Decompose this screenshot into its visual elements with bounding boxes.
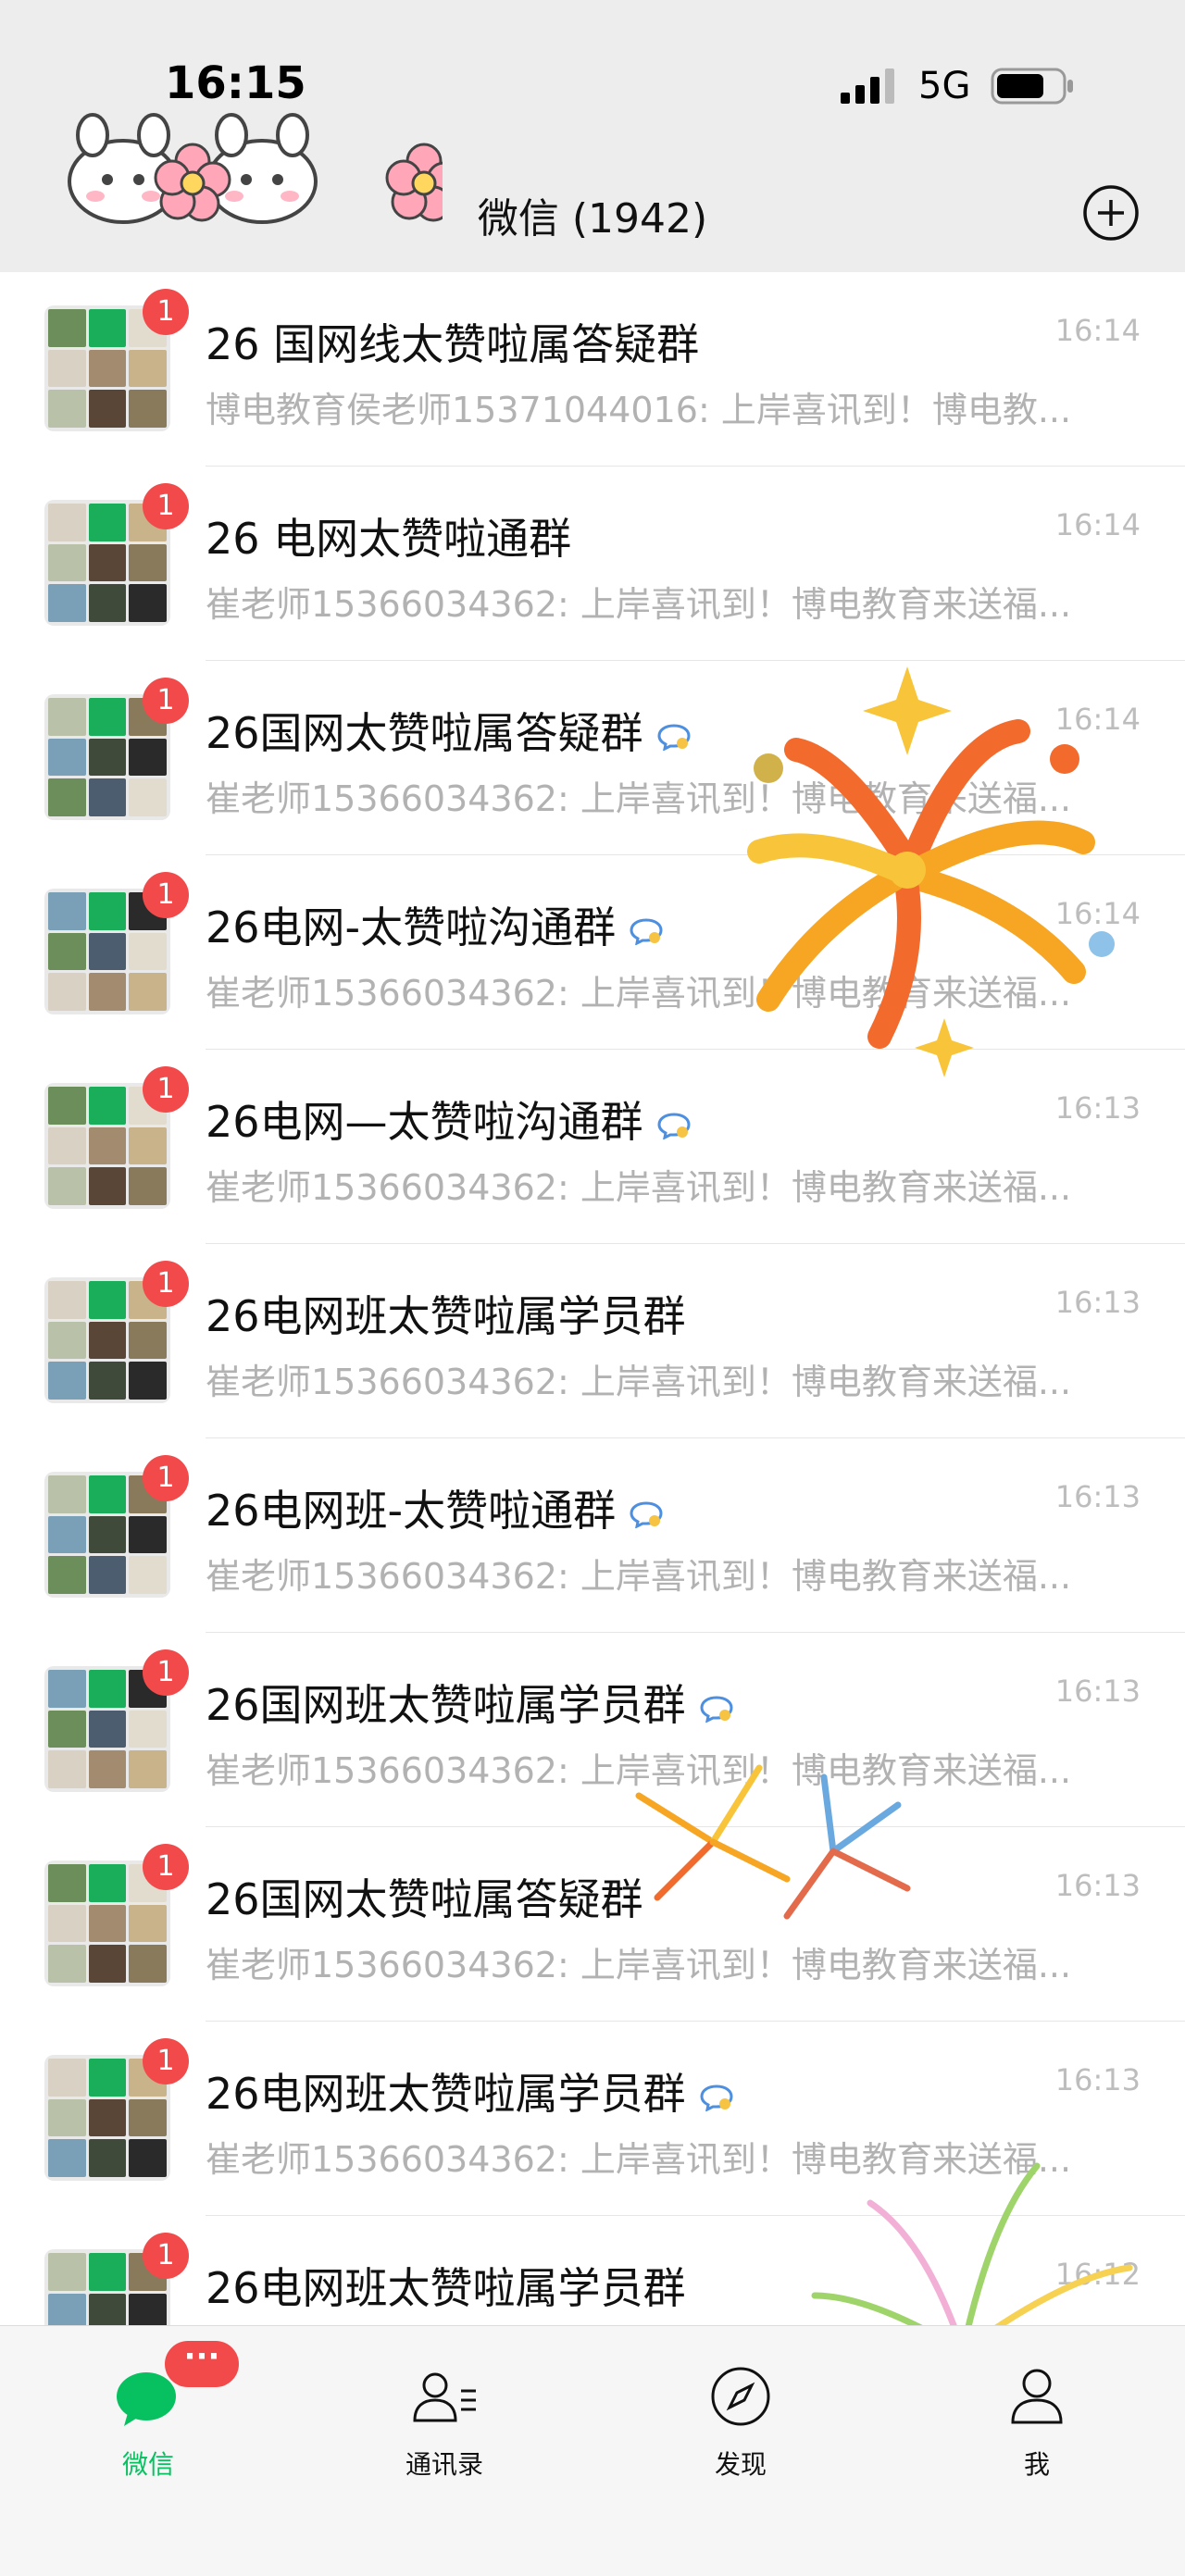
unread-badge: 1 (143, 678, 189, 724)
bottom-tab-bar: 微信 ··· 通讯录 发现 我 (0, 2325, 1185, 2576)
enterprise-chat-icon (700, 1695, 733, 1723)
chat-name-text: 26电网—太赞啦沟通群 (206, 1097, 643, 1147)
unread-badge: 1 (143, 1649, 189, 1696)
enterprise-chat-icon (630, 917, 663, 945)
chat-time: 16:13 (1054, 2062, 1141, 2097)
chat-row[interactable]: 1 26国网太赞啦属答疑群 16:13 崔老师15366034362: 上岸喜讯… (0, 1827, 1185, 2022)
tab-label: 通讯录 (405, 2449, 483, 2480)
chat-row[interactable]: 1 26国网太赞啦属答疑群 16:14 崔老师15366034362: 上岸喜讯… (0, 661, 1185, 855)
chat-name-text: 26电网班太赞啦属学员群 (206, 1291, 686, 1341)
chat-time: 16:12 (1054, 2257, 1141, 2292)
chat-preview: 崔老师15366034362: 上岸喜讯到！博电教育来送福... (206, 973, 1072, 1014)
network-label: 5G (918, 65, 971, 107)
add-plus-icon[interactable] (1081, 183, 1141, 243)
chat-row[interactable]: 1 26国网班太赞啦属学员群 16:13 崔老师15366034362: 上岸喜… (0, 1633, 1185, 1827)
enterprise-chat-icon (630, 1500, 663, 1528)
chat-name-text: 26国网太赞啦属答疑群 (206, 708, 643, 758)
chat-list[interactable]: 1 26 国网线太赞啦属答疑群 16:14 博电教育侯老师15371044016… (0, 272, 1185, 2325)
tab-label: 我 (1023, 2449, 1050, 2480)
chat-row[interactable]: 1 26电网班-太赞啦通群 16:13 崔老师15366034362: 上岸喜讯… (0, 1438, 1185, 1633)
signal-icon (841, 68, 894, 104)
unread-badge: 1 (143, 1261, 189, 1307)
chat-preview: 崔老师15366034362: 上岸喜讯到！博电教育来送福... (206, 1945, 1072, 1985)
contacts-icon (352, 2359, 537, 2433)
chat-preview: 崔老师15366034362: 上岸喜讯到！博电教育来送福... (206, 1167, 1072, 1208)
chat-name-text: 26电网班-太赞啦通群 (206, 1486, 617, 1536)
chat-name: 26国网班太赞啦属学员群 (206, 1672, 734, 1733)
chat-row[interactable]: 1 26电网班太赞啦属学员群 16:13 崔老师15366034362: 上岸喜… (0, 2022, 1185, 2216)
battery-icon (991, 68, 1073, 105)
chat-time: 16:13 (1054, 1285, 1141, 1320)
status-bar: 16:15 5G (0, 0, 1185, 157)
chat-name: 26电网班太赞啦属学员群 (206, 2255, 686, 2316)
chat-row[interactable]: 1 26 电网太赞啦通群 16:14 崔老师15366034362: 上岸喜讯到… (0, 467, 1185, 661)
compass-icon (648, 2359, 833, 2433)
person-icon (944, 2359, 1129, 2433)
chat-preview: 崔老师15366034362: 上岸喜讯到！博电教育来送福... (206, 1556, 1072, 1597)
chat-name: 26电网班-太赞啦通群 (206, 1477, 664, 1538)
tab-discover[interactable]: 发现 (648, 2359, 833, 2482)
chat-preview: 崔老师15366034362: 上岸喜讯到！博电教育来送福... (206, 2139, 1072, 2180)
enterprise-chat-icon (657, 1112, 691, 1139)
chat-time: 16:13 (1054, 1674, 1141, 1709)
chat-name: 26电网班太赞啦属学员群 (206, 2060, 734, 2122)
chat-preview: 崔老师15366034362: 上岸喜讯到！博电教育来送福... (206, 584, 1072, 625)
unread-badge: 1 (143, 1066, 189, 1113)
chat-name: 26 电网太赞啦通群 (206, 505, 571, 566)
chat-time: 16:14 (1054, 313, 1141, 348)
chat-name: 26电网-太赞啦沟通群 (206, 894, 664, 955)
enterprise-chat-icon (657, 723, 691, 751)
chat-name: 26电网—太赞啦沟通群 (206, 1089, 692, 1150)
chat-time: 16:13 (1054, 1868, 1141, 1903)
chat-name-text: 26电网-太赞啦沟通群 (206, 902, 617, 952)
chat-name-text: 26 电网太赞啦通群 (206, 514, 572, 564)
tab-me[interactable]: 我 (944, 2359, 1129, 2482)
enterprise-chat-icon (700, 2084, 733, 2111)
chat-time: 16:14 (1054, 507, 1141, 542)
chat-row[interactable]: 1 26电网班太赞啦属学员群 16:13 崔老师15366034362: 上岸喜… (0, 1244, 1185, 1438)
unread-badge: 1 (143, 289, 189, 335)
chat-name: 26 国网线太赞啦属答疑群 (206, 311, 699, 372)
chat-name: 26国网太赞啦属答疑群 (206, 1866, 643, 1927)
chat-name-text: 26国网太赞啦属答疑群 (206, 1874, 643, 1924)
chat-name: 26国网太赞啦属答疑群 (206, 700, 692, 761)
chat-row[interactable]: 1 26电网—太赞啦沟通群 16:13 崔老师15366034362: 上岸喜讯… (0, 1050, 1185, 1244)
chat-preview: 崔老师15366034362: 上岸喜讯到！博电教育来送福... (206, 1362, 1072, 1402)
chats-header: 微信 (1942) (0, 157, 1185, 273)
unread-badge: 1 (143, 483, 189, 529)
chat-time: 16:13 (1054, 1479, 1141, 1514)
chat-row[interactable]: 1 26 国网线太赞啦属答疑群 16:14 博电教育侯老师15371044016… (0, 272, 1185, 467)
status-time: 16:15 (165, 57, 306, 109)
chat-name-text: 26电网班太赞啦属学员群 (206, 2069, 686, 2119)
unread-badge: 1 (143, 872, 189, 918)
chat-name-text: 26国网班太赞啦属学员群 (206, 1680, 686, 1730)
unread-badge: 1 (143, 2038, 189, 2084)
chat-row[interactable]: 1 26电网班太赞啦属学员群 16:12 崔老师15366034362: 上岸喜… (0, 2216, 1185, 2325)
tab-badge: ··· (165, 2341, 239, 2387)
unread-badge: 1 (143, 1844, 189, 1890)
unread-badge: 1 (143, 2233, 189, 2279)
chat-time: 16:14 (1054, 896, 1141, 931)
unread-badge: 1 (143, 1455, 189, 1501)
chat-preview: 崔老师15366034362: 上岸喜讯到！博电教育来送福... (206, 778, 1072, 819)
chat-preview: 崔老师15366034362: 上岸喜讯到！博电教育来送福... (206, 1750, 1072, 1791)
chat-name-text: 26 国网线太赞啦属答疑群 (206, 319, 700, 369)
chat-time: 16:13 (1054, 1090, 1141, 1126)
chat-preview: 博电教育侯老师15371044016: 上岸喜讯到！博电教... (206, 390, 1072, 430)
chat-time: 16:14 (1054, 702, 1141, 737)
page-title: 微信 (1942) (477, 195, 708, 243)
chat-row[interactable]: 1 26电网-太赞啦沟通群 16:14 崔老师15366034362: 上岸喜讯… (0, 855, 1185, 1050)
tab-label: 发现 (714, 2449, 767, 2480)
tab-chats[interactable]: 微信 ··· (56, 2341, 241, 2482)
tab-label: 微信 (121, 2449, 174, 2480)
tab-contacts[interactable]: 通讯录 (352, 2359, 537, 2482)
chat-name: 26电网班太赞啦属学员群 (206, 1283, 686, 1344)
chat-name-text: 26电网班太赞啦属学员群 (206, 2263, 686, 2313)
